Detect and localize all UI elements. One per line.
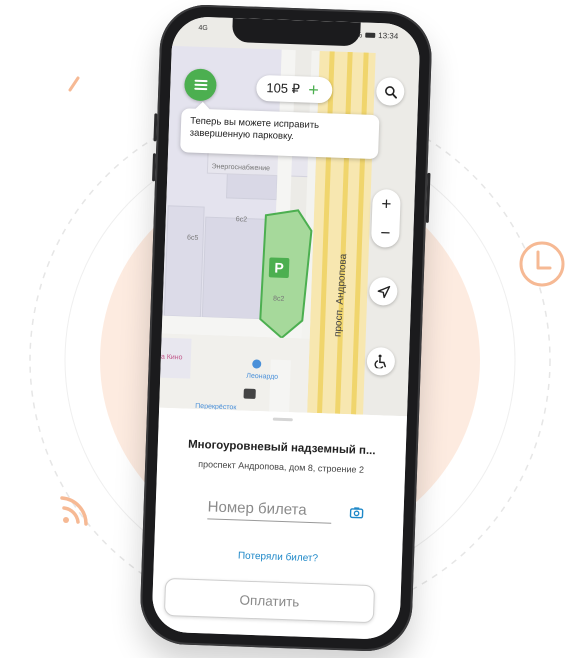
map-label-6c5: 6с5 xyxy=(186,234,199,242)
bottom-sheet: Многоуровневый надземный п... проспект А… xyxy=(151,407,407,641)
notch xyxy=(231,17,361,47)
zoom-out-button[interactable]: − xyxy=(371,218,400,248)
hamburger-icon xyxy=(193,79,208,91)
signal-decoration-icon xyxy=(60,496,88,526)
carrier-indicator: 4G xyxy=(198,24,208,33)
zoom-controls: + − xyxy=(370,188,401,248)
map-label-8c2: 8с2 xyxy=(272,295,285,303)
ticket-number-input[interactable] xyxy=(207,495,333,524)
phone-screen: 4G % 13:34 xyxy=(151,15,421,641)
zoom-in-button[interactable]: + xyxy=(372,189,401,219)
map-label-cinema: а Кино xyxy=(160,353,183,362)
place-name: Многоуровневый надземный п... xyxy=(187,438,376,458)
add-funds-icon[interactable]: + xyxy=(308,80,319,100)
search-icon xyxy=(384,85,397,99)
camera-icon[interactable] xyxy=(349,506,364,519)
phone-frame: 4G % 13:34 xyxy=(138,3,434,653)
lost-ticket-link[interactable]: Потеряли билет? xyxy=(154,548,402,568)
tooltip-message: Теперь вы можете исправить завершенную п… xyxy=(180,108,380,160)
navigation-arrow-icon xyxy=(377,285,390,298)
battery-icon xyxy=(365,32,376,38)
status-right: % 13:34 xyxy=(355,30,398,41)
status-time: 13:34 xyxy=(378,31,399,41)
balance-amount: 105 ₽ xyxy=(266,80,301,97)
pay-button[interactable]: Оплатить xyxy=(163,577,376,624)
parking-marker: P xyxy=(274,260,284,276)
place-address: проспект Андропова, дом 8, строение 2 xyxy=(198,459,365,475)
volume-down-button xyxy=(152,153,157,182)
wheelchair-icon xyxy=(374,354,386,369)
map-label-leonardo: Леонардо xyxy=(246,372,279,381)
balance-pill[interactable]: 105 ₽ + xyxy=(255,74,333,104)
clock-decoration-icon xyxy=(519,241,565,287)
map-label-6c2: 6с2 xyxy=(235,216,248,224)
volume-up-button xyxy=(153,113,158,142)
sheet-handle[interactable] xyxy=(272,417,293,422)
